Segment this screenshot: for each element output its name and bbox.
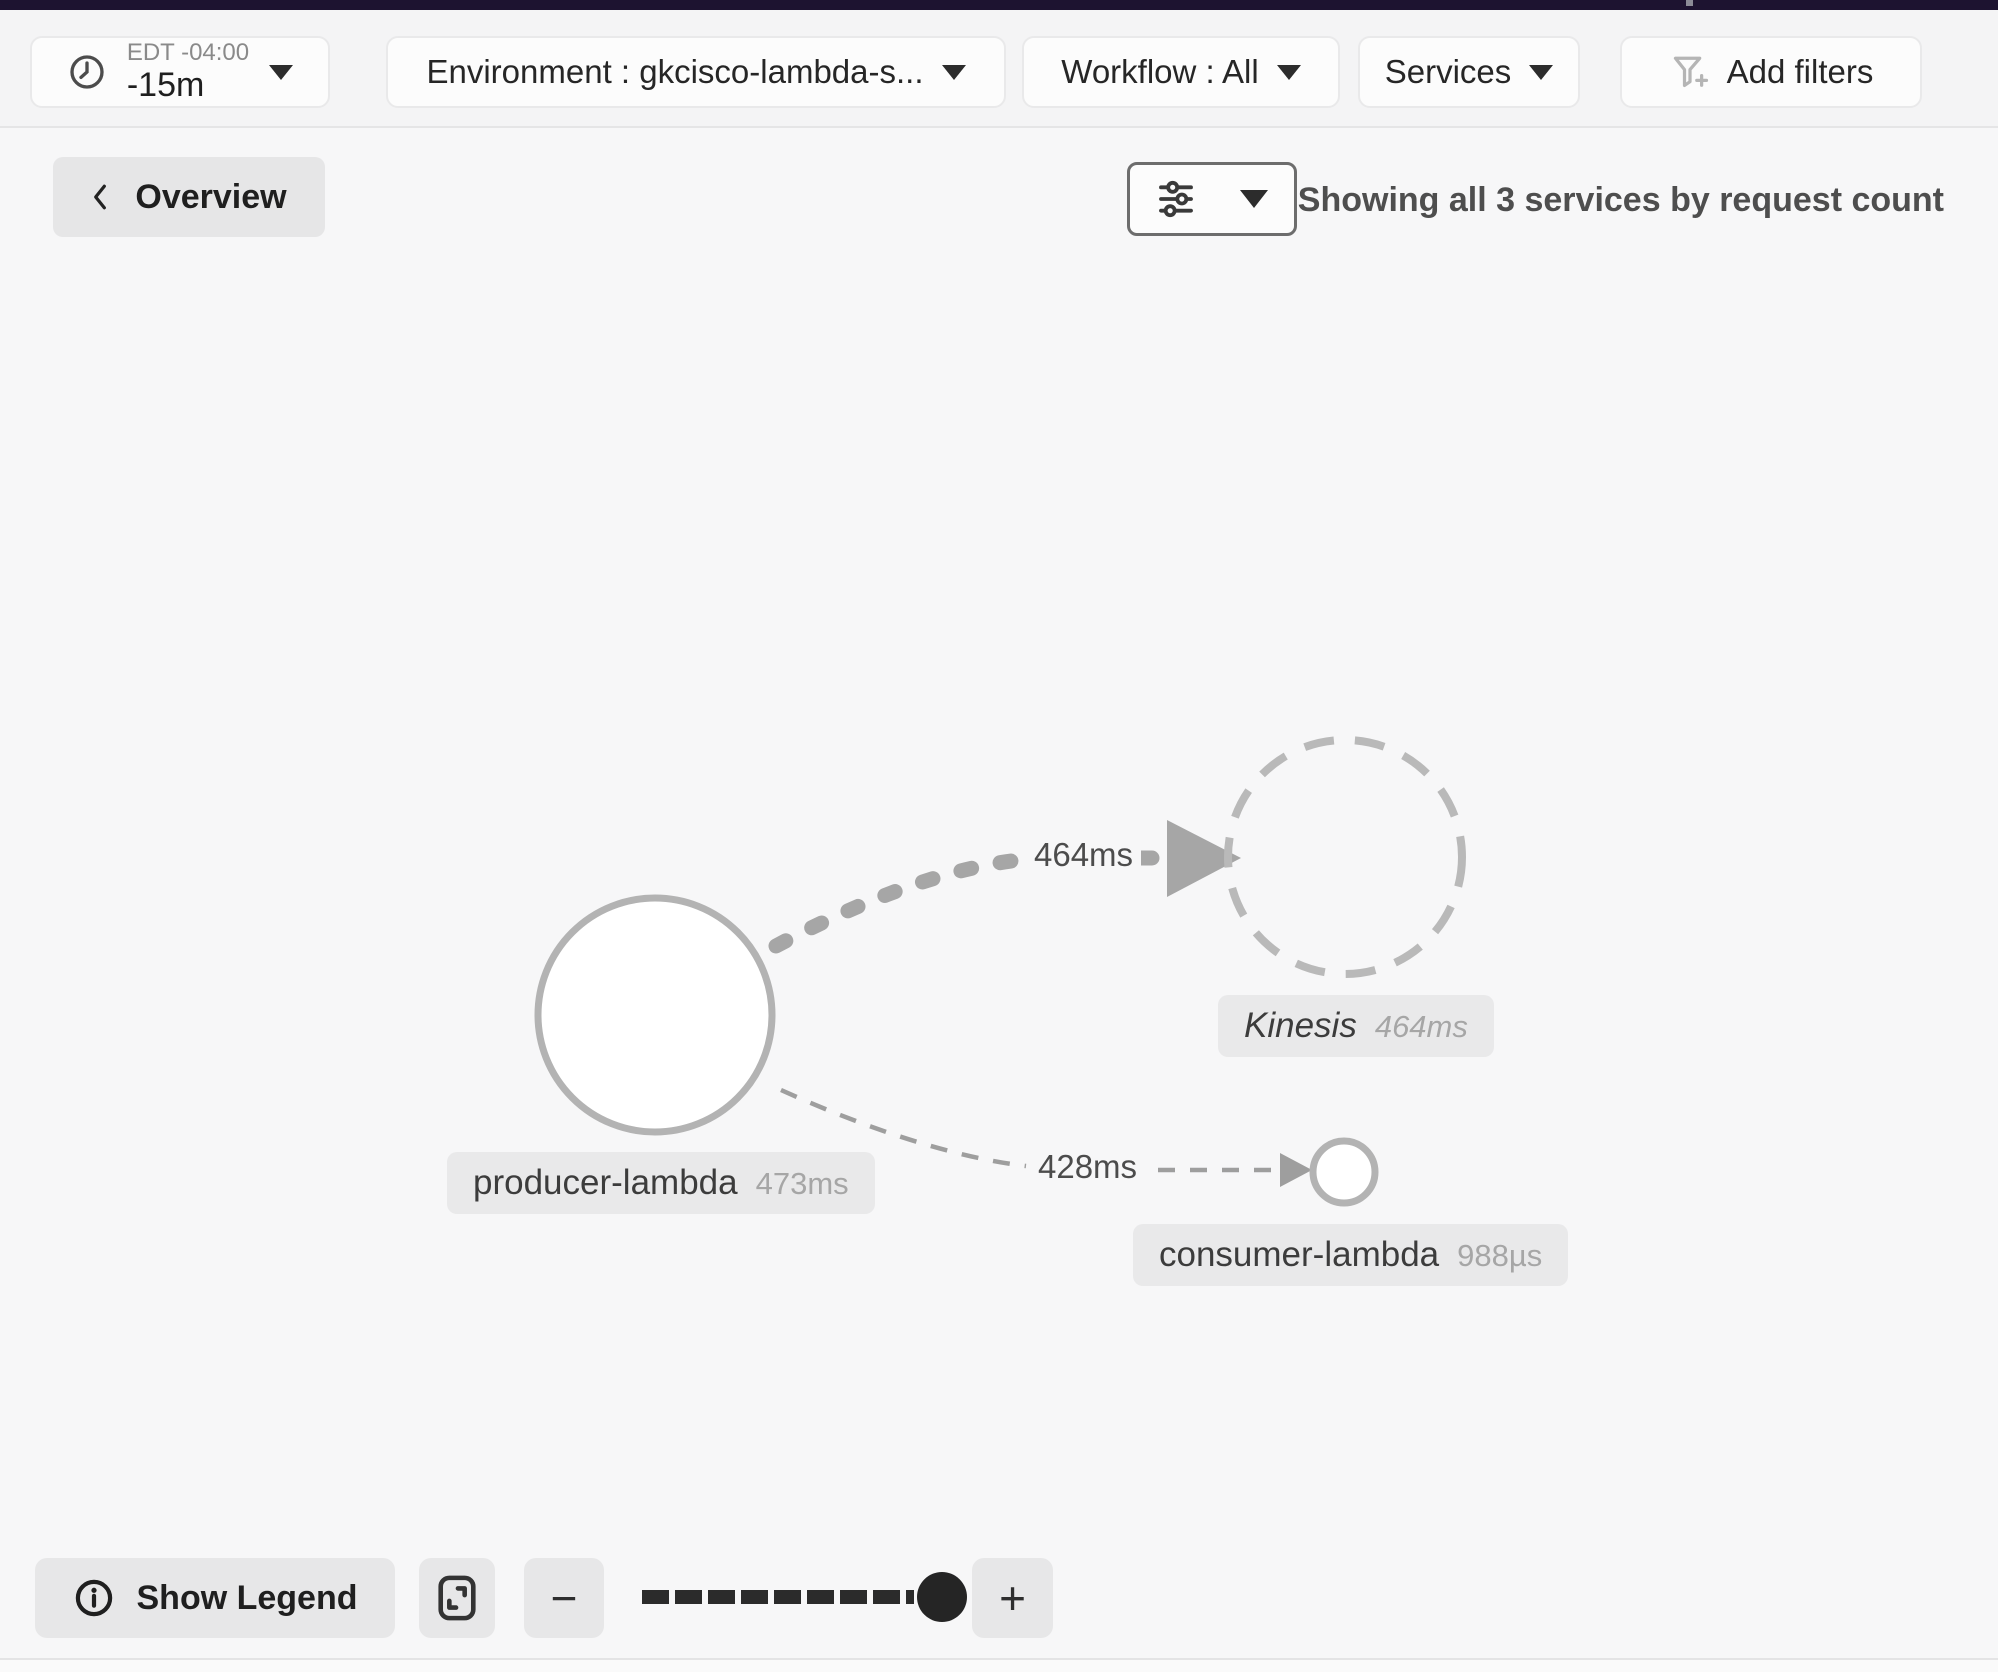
plus-icon: + [999,1571,1026,1625]
below-panel-area [0,1660,1998,1672]
minus-icon: − [551,1571,578,1625]
node-producer-lambda[interactable] [538,898,772,1132]
edge-latency-producer-kinesis[interactable]: 464ms [1026,836,1141,874]
service-latency: 473ms [756,1153,849,1215]
edge-latency-producer-consumer[interactable]: 428ms [1030,1148,1145,1186]
node-consumer-lambda[interactable] [1313,1141,1375,1203]
service-latency: 988µs [1457,1225,1542,1287]
zoom-out-button[interactable]: − [524,1558,604,1638]
service-name: Kinesis [1244,995,1357,1057]
zoom-slider-knob[interactable] [917,1572,967,1622]
fit-view-icon [434,1573,480,1623]
zoom-in-button[interactable]: + [972,1558,1053,1638]
node-kinesis[interactable] [1228,740,1462,974]
zoom-slider[interactable] [620,1557,980,1637]
service-map-canvas[interactable] [0,0,1998,1672]
show-legend-label: Show Legend [137,1579,358,1618]
info-icon [73,1577,115,1619]
show-legend-button[interactable]: Show Legend [35,1558,395,1638]
service-latency: 464ms [1375,996,1468,1058]
service-name: producer-lambda [473,1152,738,1214]
fit-view-button[interactable] [419,1558,495,1638]
edge-producer-to-kinesis[interactable] [776,820,1241,946]
arrowhead-small [1280,1153,1312,1187]
node-label-consumer-lambda[interactable]: consumer-lambda 988µs [1133,1224,1568,1286]
service-name: consumer-lambda [1159,1224,1439,1286]
node-label-kinesis[interactable]: Kinesis 464ms [1218,995,1494,1057]
node-label-producer-lambda[interactable]: producer-lambda 473ms [447,1152,875,1214]
